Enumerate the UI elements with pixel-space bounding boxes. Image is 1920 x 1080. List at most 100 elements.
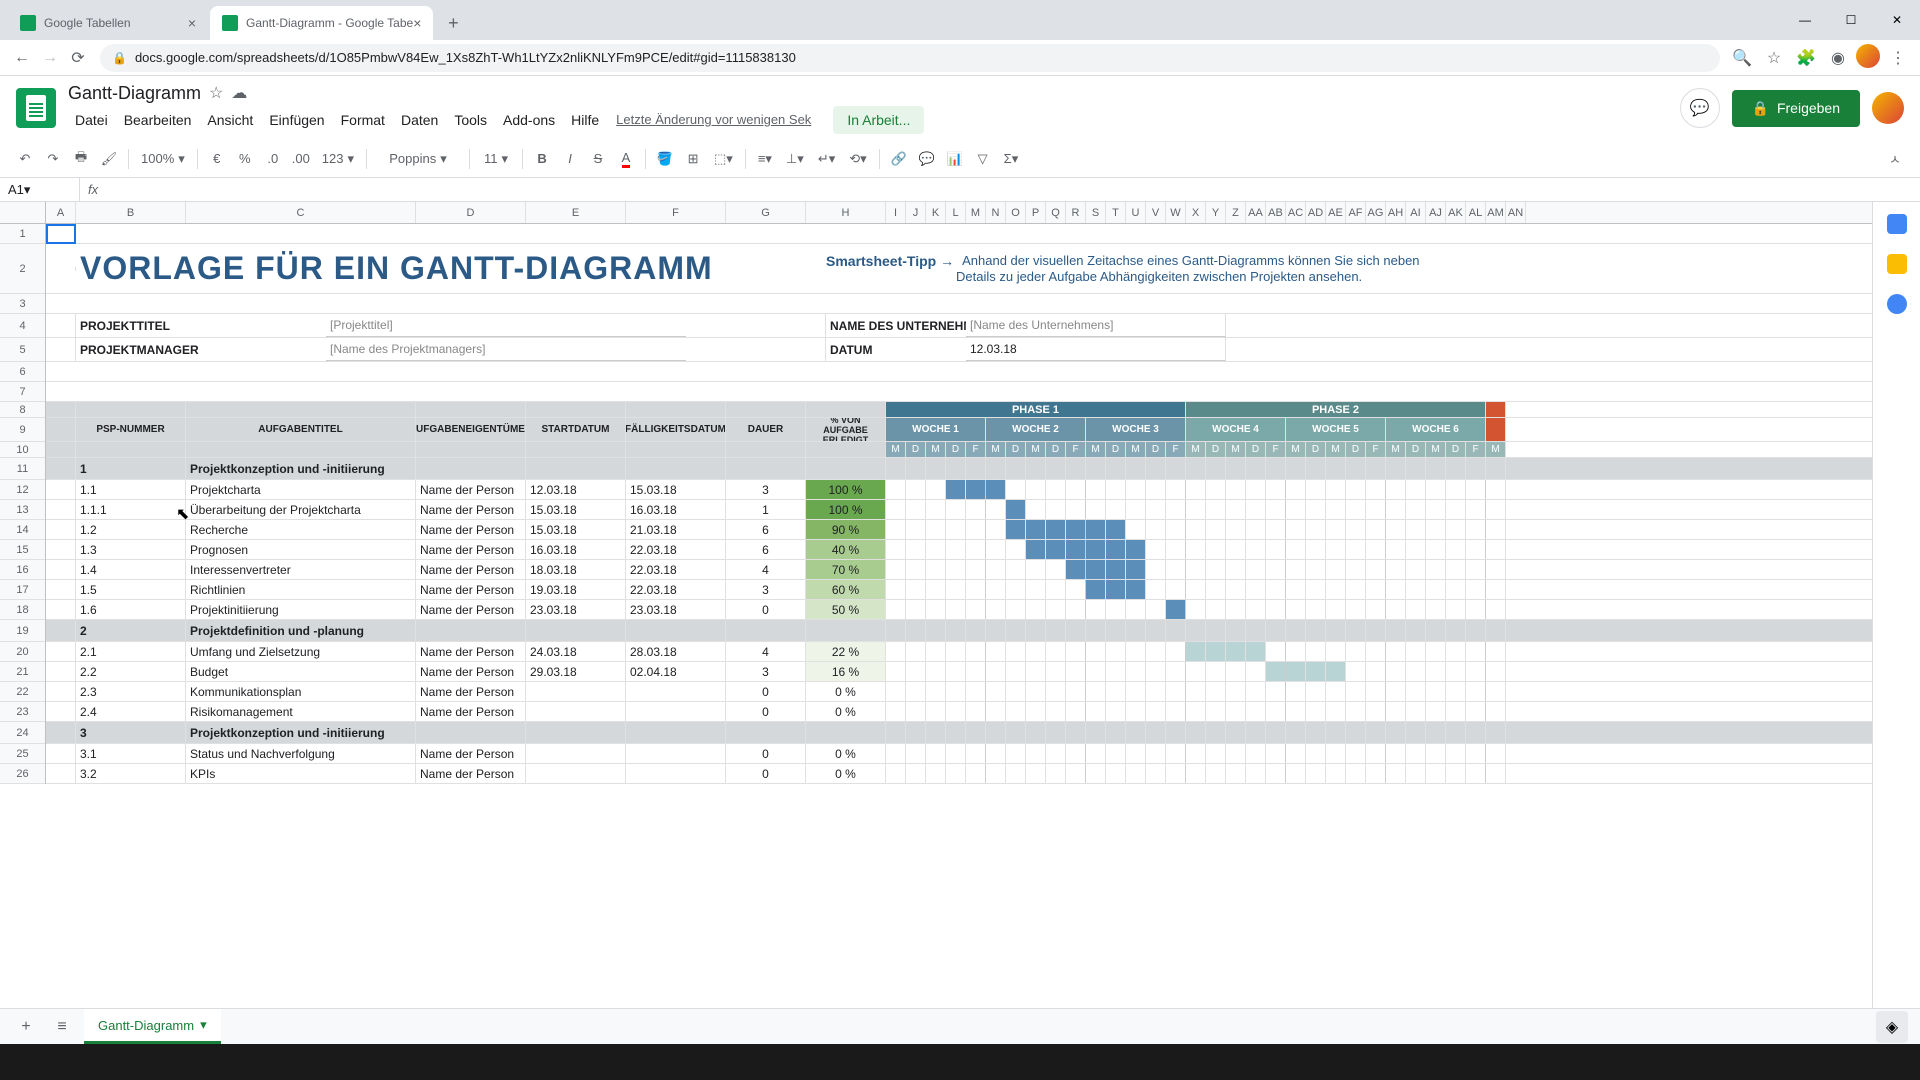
cell[interactable]	[1426, 642, 1446, 661]
cell[interactable]	[1006, 764, 1026, 783]
cell[interactable]: 22.03.18	[626, 580, 726, 599]
cell[interactable]	[1286, 642, 1306, 661]
cell[interactable]	[986, 764, 1006, 783]
cell[interactable]	[906, 764, 926, 783]
cell[interactable]	[1346, 540, 1366, 559]
cell[interactable]	[1186, 500, 1206, 519]
cell[interactable]	[526, 744, 626, 763]
bookmark-icon[interactable]: ☆	[1760, 44, 1788, 72]
cell[interactable]	[46, 267, 76, 271]
cell[interactable]	[1146, 702, 1166, 721]
cell[interactable]: D	[906, 442, 926, 457]
cell[interactable]	[1106, 744, 1126, 763]
cell[interactable]	[1046, 642, 1066, 661]
cell[interactable]: 3.1	[76, 744, 186, 763]
cell[interactable]	[1226, 560, 1246, 579]
cell[interactable]: 0	[726, 600, 806, 619]
cell[interactable]	[1486, 418, 1506, 441]
cell[interactable]: 0 %	[806, 702, 886, 721]
cell[interactable]	[906, 480, 926, 499]
undo-button[interactable]: ↶	[12, 146, 38, 172]
cell[interactable]	[1186, 520, 1206, 539]
v-align-button[interactable]: ⊥▾	[780, 146, 810, 172]
cell[interactable]	[1466, 458, 1486, 479]
cell[interactable]	[1026, 500, 1046, 519]
cell[interactable]	[1166, 662, 1186, 681]
cell[interactable]	[966, 722, 986, 743]
row-header[interactable]: 22	[0, 682, 45, 702]
cell[interactable]	[1146, 600, 1166, 619]
cell[interactable]	[416, 402, 526, 417]
cell[interactable]	[76, 402, 186, 417]
cell[interactable]	[526, 402, 626, 417]
cell[interactable]	[1406, 744, 1426, 763]
cell[interactable]: AUFGABENTITEL	[186, 418, 416, 441]
cell[interactable]	[1046, 702, 1066, 721]
cell[interactable]: M	[886, 442, 906, 457]
cell[interactable]	[1106, 682, 1126, 701]
cell[interactable]	[1186, 682, 1206, 701]
cell[interactable]	[1486, 520, 1506, 539]
extension-icon[interactable]: ◉	[1824, 44, 1852, 72]
close-window-button[interactable]: ✕	[1874, 0, 1920, 40]
cell[interactable]	[526, 620, 626, 641]
cloud-icon[interactable]: ☁	[231, 83, 247, 103]
merge-button[interactable]: ⬚▾	[708, 146, 739, 172]
row-header[interactable]: 12	[0, 480, 45, 500]
forward-button[interactable]: →	[36, 44, 64, 72]
cell-reference-box[interactable]: A1 ▾	[0, 178, 80, 201]
row-header[interactable]: 10	[0, 442, 45, 458]
cell[interactable]	[946, 642, 966, 661]
cell[interactable]: Name der Person	[416, 540, 526, 559]
cell[interactable]	[46, 480, 76, 499]
cell[interactable]	[946, 458, 966, 479]
row-header[interactable]: 2	[0, 244, 45, 294]
keep-icon[interactable]	[1887, 254, 1907, 274]
cell[interactable]	[1366, 600, 1386, 619]
cell[interactable]	[46, 642, 76, 661]
cell[interactable]	[1326, 500, 1346, 519]
cell[interactable]	[1086, 642, 1106, 661]
cell[interactable]	[1326, 682, 1346, 701]
cell[interactable]	[1126, 520, 1146, 539]
cell[interactable]: Projektkonzeption und -initiierung	[186, 722, 416, 743]
cell[interactable]	[1366, 662, 1386, 681]
cell[interactable]	[1446, 620, 1466, 641]
cell[interactable]	[1326, 540, 1346, 559]
cell[interactable]	[76, 442, 186, 457]
cell[interactable]	[1006, 580, 1026, 599]
cell[interactable]	[1206, 458, 1226, 479]
cell[interactable]: 23.03.18	[526, 600, 626, 619]
cell[interactable]	[1186, 620, 1206, 641]
cell[interactable]	[46, 744, 76, 763]
paint-format-button[interactable]: 🖌	[96, 146, 122, 172]
cell[interactable]	[1306, 722, 1326, 743]
cell[interactable]	[1106, 458, 1126, 479]
cell[interactable]: PROJEKTMANAGER	[76, 338, 326, 361]
cell[interactable]	[1166, 560, 1186, 579]
cell[interactable]	[1006, 682, 1026, 701]
cell[interactable]	[1146, 500, 1166, 519]
cell[interactable]	[1046, 580, 1066, 599]
column-header[interactable]: Q	[1046, 202, 1066, 223]
cell[interactable]: PHASE 1	[886, 402, 1186, 417]
cell[interactable]: Überarbeitung der Projektcharta	[186, 500, 416, 519]
cell[interactable]	[626, 458, 726, 479]
cell[interactable]: 15.03.18	[526, 520, 626, 539]
cell[interactable]	[1086, 722, 1106, 743]
cell[interactable]	[1486, 600, 1506, 619]
cell[interactable]	[986, 480, 1006, 499]
cell[interactable]	[1326, 620, 1346, 641]
cell[interactable]	[806, 620, 886, 641]
cell[interactable]	[1346, 722, 1366, 743]
cell[interactable]	[1426, 722, 1446, 743]
cell[interactable]	[1186, 540, 1206, 559]
cell[interactable]	[1226, 722, 1246, 743]
cell[interactable]: Interessenvertreter	[186, 560, 416, 579]
cell[interactable]	[1006, 722, 1026, 743]
cell[interactable]: M	[1326, 442, 1346, 457]
cell[interactable]	[1126, 744, 1146, 763]
cell[interactable]	[1226, 480, 1246, 499]
column-header[interactable]: AI	[1406, 202, 1426, 223]
cell[interactable]	[966, 642, 986, 661]
